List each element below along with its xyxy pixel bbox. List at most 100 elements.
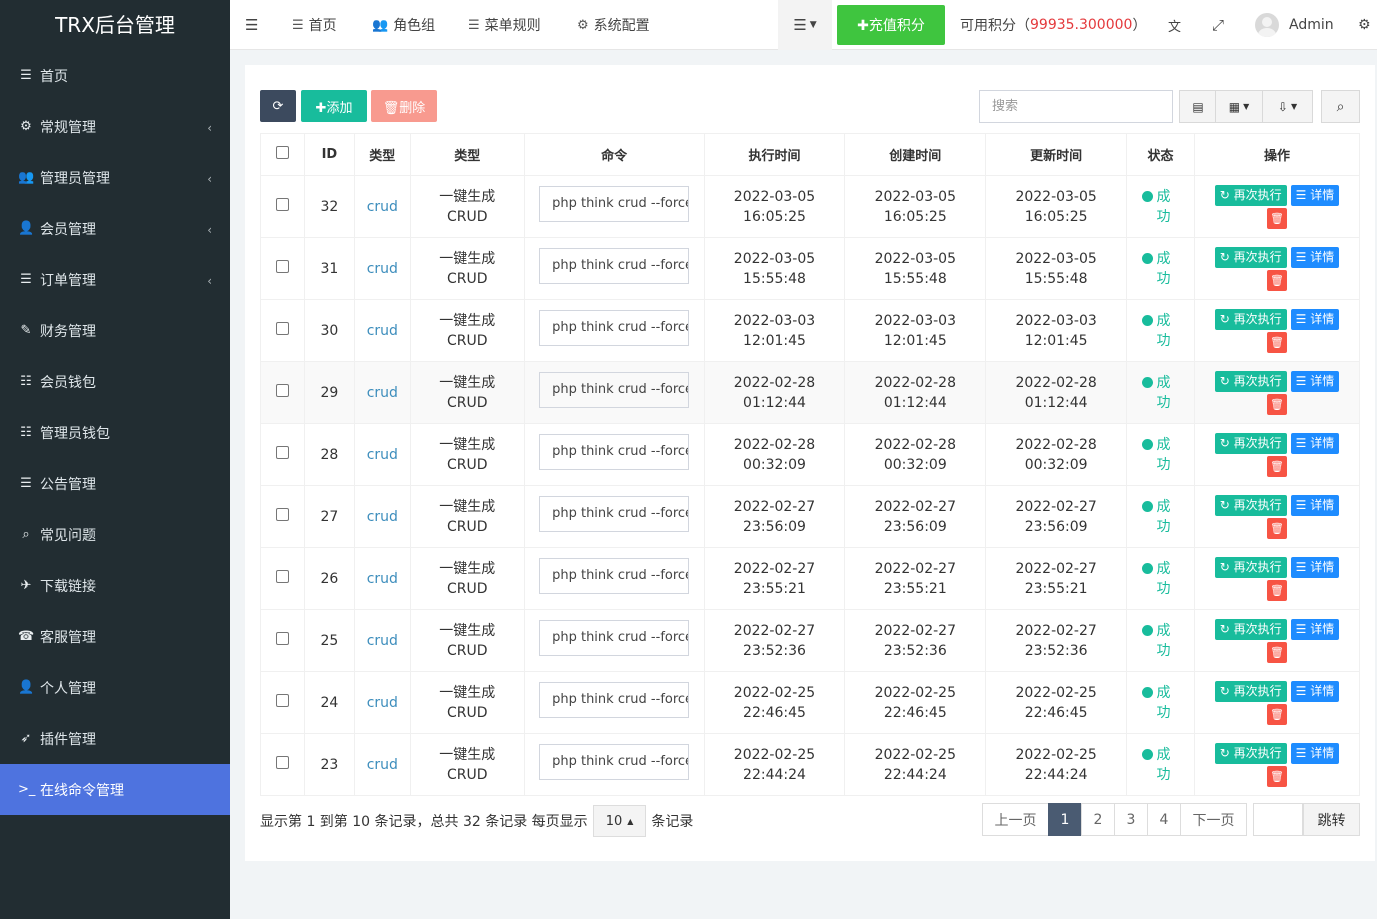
command-field[interactable]: php think crud --force=1 -t [539,557,690,594]
redo-button[interactable]: ↻ 再次执行 [1214,618,1287,640]
row-checkbox[interactable] [260,237,305,300]
nav-role-group[interactable]: 👥 角色组 [372,0,435,50]
user-menu[interactable]: Admin [1255,0,1334,50]
brand-logo[interactable]: TRX后台管理 [0,0,230,50]
nav-system-config[interactable]: ⚙ 系统配置 [577,0,650,50]
col-status[interactable]: 状态 [1126,133,1195,176]
col-type-name[interactable]: 类型 [409,133,525,176]
row-checkbox[interactable] [260,361,305,424]
sidebar-item-7[interactable]: ☷ 管理员钱包 [0,407,230,458]
redo-button[interactable]: ↻ 再次执行 [1214,742,1287,764]
next-page-button[interactable]: 下一页 [1180,803,1247,836]
sidebar-item-2[interactable]: 👥 管理员管理 ‹ [0,152,230,203]
nav-home[interactable]: ☰ 首页 [292,0,337,50]
search-button[interactable]: ⌕ [1321,90,1360,123]
page-3-button[interactable]: 3 [1114,803,1148,836]
row-checkbox[interactable] [260,671,305,734]
sidebar-item-10[interactable]: ✈ 下载链接 [0,560,230,611]
delete-row-button[interactable]: 🗑 [1266,641,1287,663]
delete-row-button[interactable]: 🗑 [1266,207,1287,229]
command-field[interactable]: php think crud --force=1 -t [539,681,690,718]
redo-button[interactable]: ↻ 再次执行 [1214,432,1287,454]
row-checkbox[interactable] [260,299,305,362]
row-checkbox[interactable] [260,485,305,548]
sidebar-item-1[interactable]: ⚙ 常规管理 ‹ [0,101,230,152]
page-1-button[interactable]: 1 [1048,803,1082,836]
redo-button[interactable]: ↻ 再次执行 [1214,246,1287,268]
sidebar-item-5[interactable]: ✎ 财务管理 [0,305,230,356]
redo-button[interactable]: ↻ 再次执行 [1214,308,1287,330]
command-field[interactable]: php think crud --force=1 -t [539,371,690,408]
col-update-time[interactable]: 更新时间 [985,133,1128,176]
sidebar-item-3[interactable]: 👤 会员管理 ‹ [0,203,230,254]
col-id[interactable]: ID [303,133,355,176]
command-field[interactable]: php think crud --force=1 -t [539,495,690,532]
row-checkbox[interactable] [260,733,305,796]
col-type[interactable]: 类型 [353,133,411,176]
sidebar-toggle-icon[interactable]: ☰ [245,0,258,50]
page-2-button[interactable]: 2 [1081,803,1115,836]
sidebar-item-14[interactable]: >_ 在线命令管理 [0,764,230,815]
toggle-view-icon[interactable]: ▤ [1179,90,1217,123]
detail-button[interactable]: ☰ 详情 [1290,742,1340,764]
row-checkbox[interactable] [260,609,305,672]
export-dropdown[interactable]: ⇩ ▼ [1262,90,1313,123]
row-checkbox[interactable] [260,423,305,486]
type-link[interactable]: crud [367,509,398,525]
sidebar-item-13[interactable]: ➶ 插件管理 [0,713,230,764]
delete-row-button[interactable]: 🗑 [1266,579,1287,601]
detail-button[interactable]: ☰ 详情 [1290,308,1340,330]
delete-button[interactable]: 🗑删除 [371,90,437,122]
settings-icon[interactable]: ⚙ [1358,0,1371,50]
detail-button[interactable]: ☰ 详情 [1290,432,1340,454]
redo-button[interactable]: ↻ 再次执行 [1214,184,1287,206]
type-link[interactable]: crud [367,695,398,711]
jump-page-input[interactable] [1253,803,1303,836]
sidebar-item-4[interactable]: ☰ 订单管理 ‹ [0,254,230,305]
col-exec-time[interactable]: 执行时间 [703,133,846,176]
redo-button[interactable]: ↻ 再次执行 [1214,556,1287,578]
sidebar-item-6[interactable]: ☷ 会员钱包 [0,356,230,407]
delete-row-button[interactable]: 🗑 [1266,331,1287,353]
delete-row-button[interactable]: 🗑 [1266,703,1287,725]
type-link[interactable]: crud [367,261,398,277]
detail-button[interactable]: ☰ 详情 [1290,370,1340,392]
delete-row-button[interactable]: 🗑 [1266,765,1287,787]
delete-row-button[interactable]: 🗑 [1266,393,1287,415]
delete-row-button[interactable]: 🗑 [1266,269,1287,291]
sidebar-item-12[interactable]: 👤 个人管理 [0,662,230,713]
detail-button[interactable]: ☰ 详情 [1290,494,1340,516]
page-size-dropdown[interactable]: 10 ▲ [592,805,647,837]
col-create-time[interactable]: 创建时间 [844,133,987,176]
prev-page-button[interactable]: 上一页 [982,803,1049,836]
detail-button[interactable]: ☰ 详情 [1290,184,1340,206]
add-button[interactable]: ✚添加 [301,90,367,122]
command-field[interactable]: php think crud --force=1 -t [539,619,690,656]
detail-button[interactable]: ☰ 详情 [1290,556,1340,578]
redo-button[interactable]: ↻ 再次执行 [1214,370,1287,392]
command-field[interactable]: php think crud --force=1 -t [539,309,690,346]
recharge-points-button[interactable]: ✚充值积分 [837,5,945,45]
sidebar-item-9[interactable]: ⌕ 常见问题 [0,509,230,560]
refresh-button[interactable]: ⟳ [260,90,296,122]
type-link[interactable]: crud [367,571,398,587]
redo-button[interactable]: ↻ 再次执行 [1214,680,1287,702]
type-link[interactable]: crud [367,757,398,773]
fullscreen-icon[interactable]: ⤢ [1212,0,1224,50]
sidebar-item-11[interactable]: ☎ 客服管理 [0,611,230,662]
type-link[interactable]: crud [367,633,398,649]
type-link[interactable]: crud [367,199,398,215]
row-checkbox[interactable] [260,547,305,610]
sidebar-item-0[interactable]: ☰ 首页 [0,50,230,101]
command-field[interactable]: php think crud --force=1 -t [539,247,690,284]
nav-menu-rules[interactable]: ☰ 菜单规则 [468,0,541,50]
columns-dropdown[interactable]: ▦ ▼ [1215,90,1263,123]
search-input[interactable] [979,90,1173,123]
col-command[interactable]: 命令 [523,133,705,176]
detail-button[interactable]: ☰ 详情 [1290,246,1340,268]
command-field[interactable]: php think crud --force=1 -t [539,743,690,780]
module-menu-dropdown[interactable]: ☰ ▼ [778,0,832,50]
select-all-checkbox[interactable] [260,133,305,176]
redo-button[interactable]: ↻ 再次执行 [1214,494,1287,516]
delete-row-button[interactable]: 🗑 [1266,517,1287,539]
